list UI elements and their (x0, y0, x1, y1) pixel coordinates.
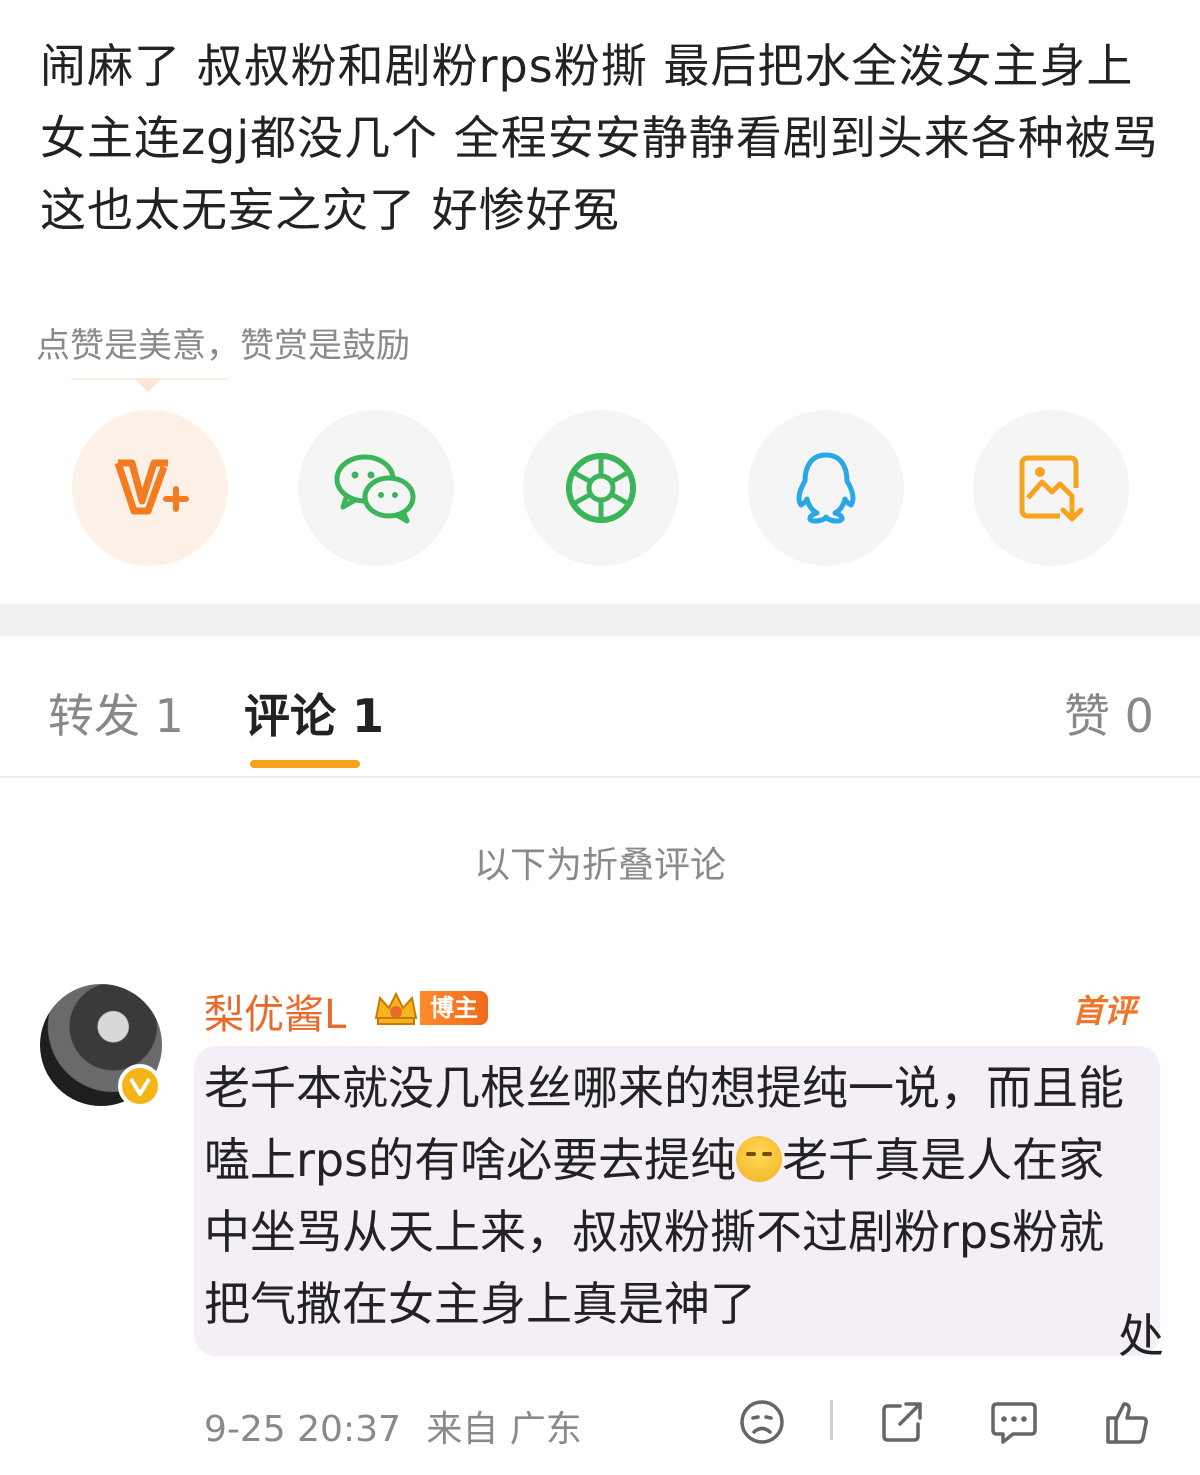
comment-meta: 9-25 20:37 来自 广东 (204, 1400, 582, 1452)
tab-comments[interactable]: 评论 1 (244, 680, 384, 746)
share-icon[interactable] (876, 1396, 928, 1448)
comment-icon[interactable] (988, 1396, 1040, 1448)
sad-face-icon[interactable] (736, 1396, 788, 1448)
active-tab-indicator (250, 760, 360, 768)
smirk-emoji-icon (736, 1136, 783, 1182)
save-image-button[interactable] (973, 410, 1129, 566)
qq-icon (796, 452, 856, 524)
first-comment-tag: 首评 (1072, 992, 1137, 1030)
reward-button[interactable] (72, 410, 228, 566)
comment-username[interactable]: 梨优酱L (204, 982, 346, 1040)
tab-likes[interactable]: 赞 0 (1064, 680, 1154, 746)
comment-actions (736, 1396, 1156, 1448)
thumbs-up-icon[interactable] (1100, 1396, 1152, 1448)
share-wechat-button[interactable] (298, 410, 454, 566)
share-moments-button[interactable] (523, 410, 679, 566)
reward-pointer (134, 378, 162, 392)
crown-icon (372, 988, 420, 1028)
verified-icon (118, 1064, 162, 1108)
blogger-badge-label: 博主 (420, 991, 488, 1025)
comment-tabs: 转发 1 评论 1 赞 0 (0, 636, 1200, 778)
blogger-badge: 博主 (372, 988, 488, 1028)
folded-comments-note: 以下为折叠评论 (473, 845, 726, 886)
save-image-icon (1019, 455, 1084, 522)
wechat-icon (334, 454, 416, 524)
share-qq-button[interactable] (748, 410, 904, 566)
moments-icon (566, 453, 636, 523)
reward-hint: 点赞是美意，赞赏是鼓励 (36, 326, 410, 366)
comment-location: 来自 广东 (426, 1409, 582, 1450)
bubble-corner-mark: 处 (1118, 1309, 1164, 1363)
comment-time: 9-25 20:37 (204, 1409, 401, 1450)
comment-item: 梨优酱L 博主 首评 老千本就没几根丝哪来的想提纯一说，而且能嗑上rps的有啥必… (0, 980, 1200, 1460)
comment-text: 老千本就没几根丝哪来的想提纯一说，而且能嗑上rps的有啥必要去提纯 老千真是人在家… (204, 1052, 1144, 1340)
action-divider (830, 1400, 833, 1440)
tab-reposts[interactable]: 转发 1 (48, 680, 184, 746)
reward-v-plus-icon (114, 459, 189, 515)
section-divider (0, 604, 1200, 636)
post-text: 闹麻了 叔叔粉和剧粉rps粉撕 最后把水全泼女主身上 女主连zgj都没几个 全程… (40, 39, 1159, 237)
share-row (72, 410, 1132, 566)
